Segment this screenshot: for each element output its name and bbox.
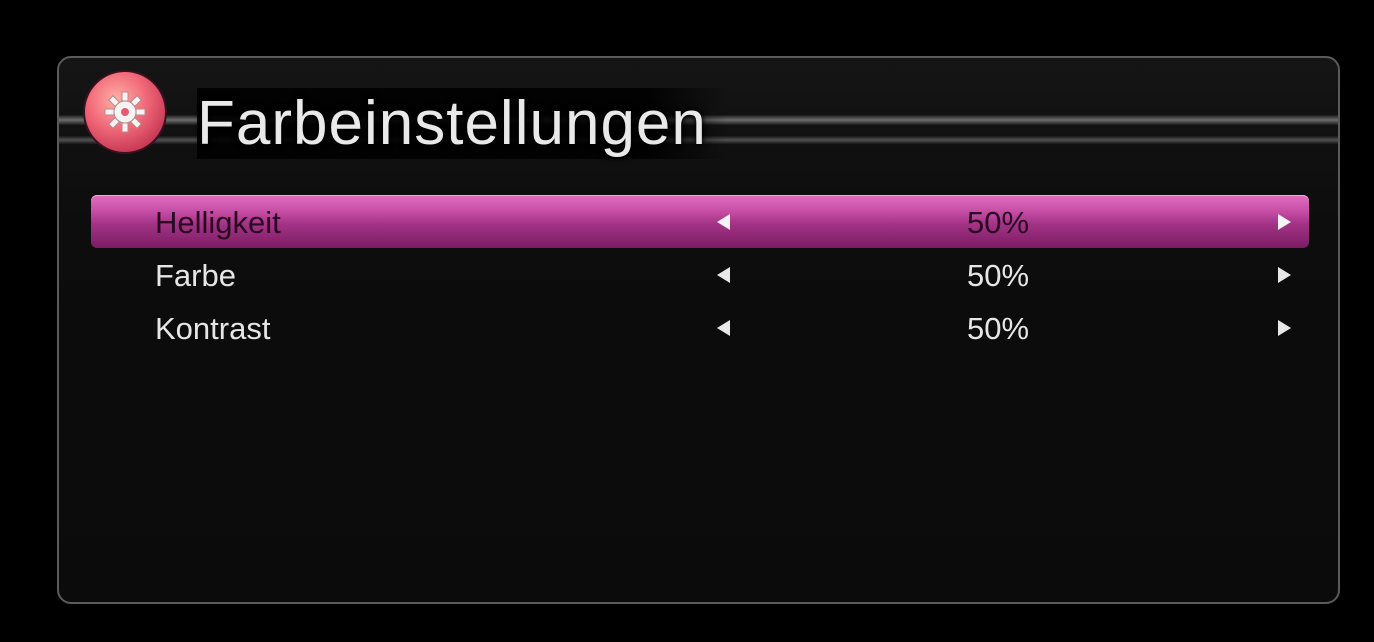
arrow-left-icon[interactable]	[717, 320, 730, 336]
gear-icon	[85, 72, 165, 152]
settings-menu: Helligkeit 50% Farbe 50% Kontrast 50%	[91, 195, 1309, 354]
menu-item-helligkeit[interactable]: Helligkeit 50%	[91, 195, 1309, 248]
menu-item-value: 50%	[967, 205, 1030, 240]
page-title: Farbeinstellungen	[197, 88, 727, 159]
arrow-right-icon[interactable]	[1278, 267, 1291, 283]
menu-item-label: Kontrast	[155, 311, 271, 346]
arrow-left-icon[interactable]	[717, 214, 730, 230]
menu-item-label: Helligkeit	[155, 205, 281, 240]
menu-item-label: Farbe	[155, 258, 236, 293]
menu-item-value: 50%	[967, 258, 1030, 293]
menu-item-farbe[interactable]: Farbe 50%	[91, 248, 1309, 301]
settings-panel: Farbeinstellungen Helligkeit 50% Farbe 5…	[57, 56, 1340, 604]
menu-item-kontrast[interactable]: Kontrast 50%	[91, 301, 1309, 354]
arrow-right-icon[interactable]	[1278, 320, 1291, 336]
menu-item-value: 50%	[967, 311, 1030, 346]
arrow-right-icon[interactable]	[1278, 214, 1291, 230]
arrow-left-icon[interactable]	[717, 267, 730, 283]
tv-screen: Farbeinstellungen Helligkeit 50% Farbe 5…	[0, 0, 1374, 642]
